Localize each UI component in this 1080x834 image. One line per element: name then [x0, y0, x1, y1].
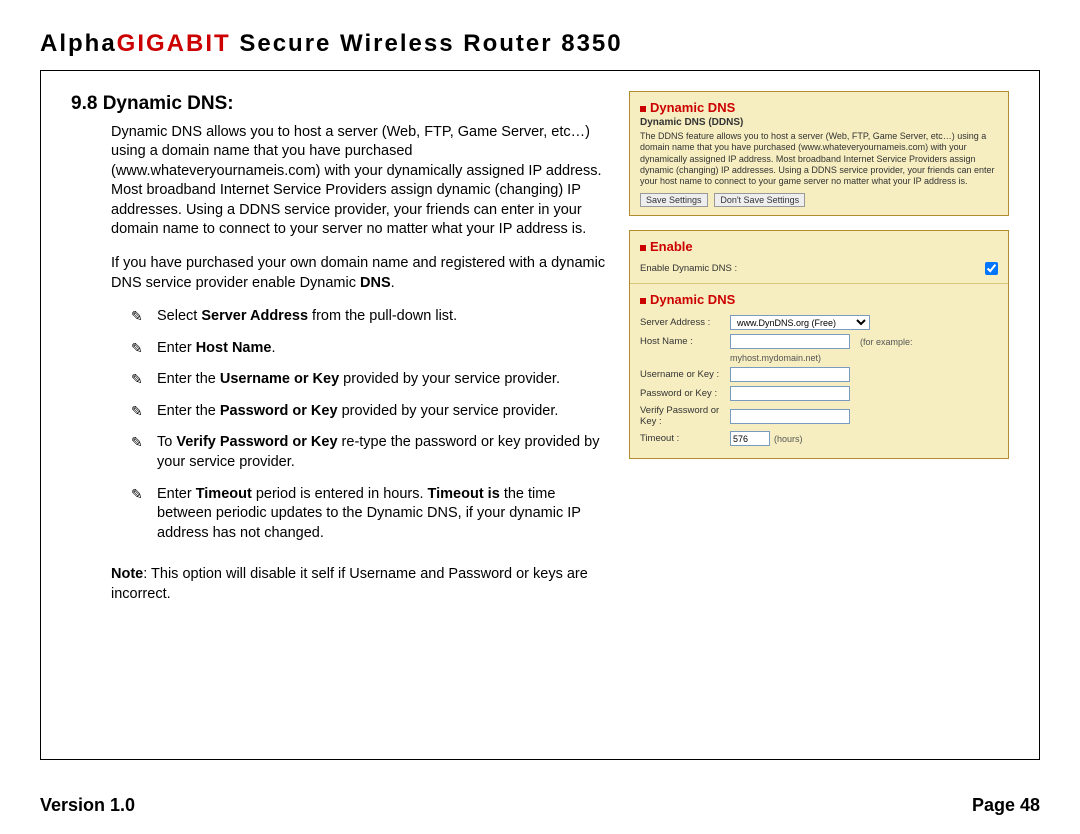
page-title: AlphaGIGABIT Secure Wireless Router 8350 [40, 30, 1040, 58]
panel-subtitle: Dynamic DNS (DDNS) [640, 117, 998, 128]
host-example-hint: (for example: [860, 337, 913, 347]
host-name-input[interactable] [730, 334, 850, 349]
paragraph-enable: If you have purchased your own domain na… [111, 254, 609, 293]
page-number: Page 48 [972, 795, 1040, 816]
list-item: Enter Host Name. [131, 339, 609, 359]
verify-password-label: Verify Password or Key : [640, 405, 730, 427]
right-column: Dynamic DNS Dynamic DNS (DDNS) The DDNS … [629, 91, 1009, 604]
verify-password-input[interactable] [730, 409, 850, 424]
paragraph-intro: Dynamic DNS allows you to host a server … [111, 123, 609, 240]
username-label: Username or Key : [640, 369, 730, 380]
panel-title: Dynamic DNS [640, 100, 998, 115]
content-frame: 9.8 Dynamic DNS: Dynamic DNS allows you … [40, 70, 1040, 760]
instruction-list: Select Server Address from the pull-down… [131, 307, 609, 543]
note-line: Note: This option will disable it self i… [111, 565, 609, 604]
list-item: Select Server Address from the pull-down… [131, 307, 609, 327]
title-part1: Alpha [40, 30, 117, 57]
list-item: Enter Timeout period is entered in hours… [131, 485, 609, 544]
list-item: Enter the Password or Key provided by yo… [131, 402, 609, 422]
timeout-unit: (hours) [774, 434, 803, 444]
enable-checkbox[interactable] [985, 262, 998, 275]
server-address-select[interactable]: www.DynDNS.org (Free) [730, 315, 870, 330]
ddns-form-panel: Enable Enable Dynamic DNS : Dynamic DNS … [629, 230, 1009, 459]
timeout-label: Timeout : [640, 433, 730, 444]
timeout-input[interactable] [730, 431, 770, 446]
host-example-hint-2: myhost.mydomain.net) [730, 353, 998, 363]
title-part3: Secure Wireless Router 8350 [231, 30, 623, 57]
panel-description: The DDNS feature allows you to host a se… [640, 131, 998, 187]
server-address-label: Server Address : [640, 317, 730, 328]
host-name-label: Host Name : [640, 336, 730, 347]
password-input[interactable] [730, 386, 850, 401]
enable-label: Enable Dynamic DNS : [640, 263, 737, 274]
username-input[interactable] [730, 367, 850, 382]
list-item: Enter the Username or Key provided by yo… [131, 370, 609, 390]
left-column: 9.8 Dynamic DNS: Dynamic DNS allows you … [71, 91, 609, 604]
version-label: Version 1.0 [40, 795, 135, 816]
password-label: Password or Key : [640, 388, 730, 399]
ddns-header-panel: Dynamic DNS Dynamic DNS (DDNS) The DDNS … [629, 91, 1009, 216]
list-item: To Verify Password or Key re-type the pa… [131, 433, 609, 472]
save-button[interactable]: Save Settings [640, 193, 708, 207]
section-heading: 9.8 Dynamic DNS: [71, 91, 609, 117]
title-part2: GIGABIT [117, 30, 231, 57]
dont-save-button[interactable]: Don't Save Settings [714, 193, 805, 207]
dyndns-section-title: Dynamic DNS [640, 292, 998, 307]
enable-section-title: Enable [640, 239, 998, 254]
